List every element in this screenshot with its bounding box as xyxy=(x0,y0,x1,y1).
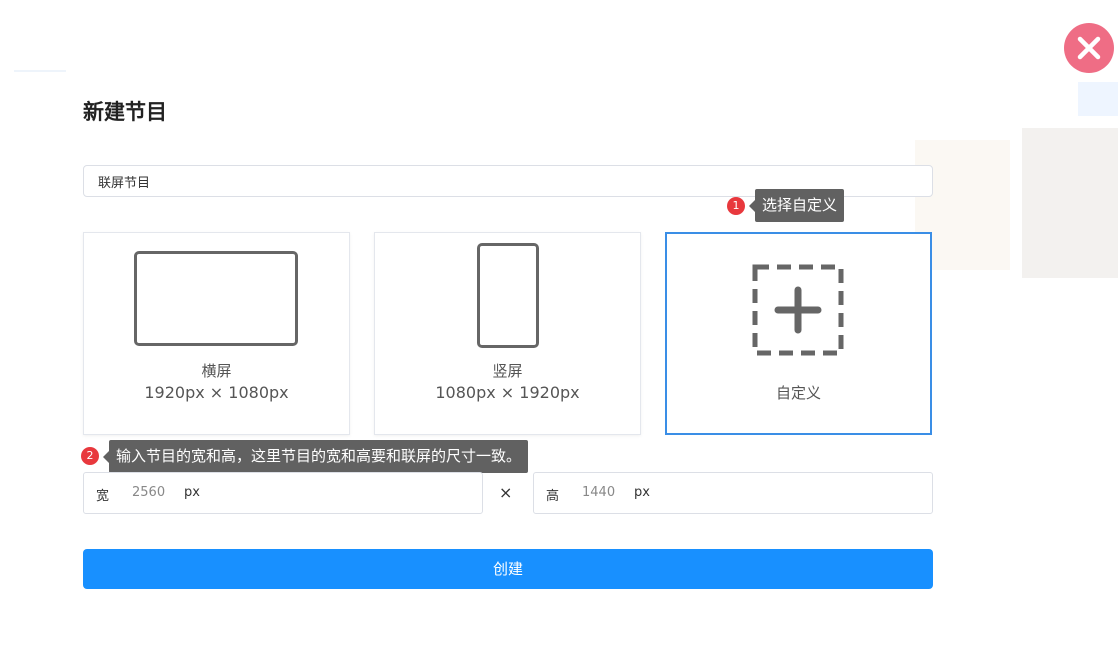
custom-card[interactable]: 自定义 xyxy=(665,232,932,435)
landscape-label: 横屏 xyxy=(201,362,232,380)
annotation-badge-2: 2 xyxy=(81,447,99,465)
close-button[interactable] xyxy=(1064,23,1114,73)
background-image xyxy=(1022,128,1118,278)
height-label: 高 xyxy=(546,489,560,504)
background-tab-underline xyxy=(14,70,66,72)
width-unit: px xyxy=(184,485,200,500)
annotation-badge-1: 1 xyxy=(727,197,745,215)
custom-label: 自定义 xyxy=(775,384,821,402)
width-value[interactable]: 2560 xyxy=(132,485,165,500)
annotation-tooltip-2: 输入节目的宽和高，这里节目的宽和高要和联屏的尺寸一致。 xyxy=(102,440,529,473)
portrait-size: 1080px × 1920px xyxy=(435,383,580,402)
portrait-card[interactable]: 竖屏 1080px × 1920px xyxy=(374,232,641,435)
create-button[interactable]: 创建 xyxy=(83,549,933,589)
height-field[interactable]: 高 1440 px xyxy=(533,472,933,514)
background-button xyxy=(1078,82,1118,116)
landscape-card[interactable]: 横屏 1920px × 1080px xyxy=(83,232,350,435)
annotation-tooltip-1: 选择自定义 xyxy=(748,189,845,222)
dialog-title: 新建节目 xyxy=(83,100,167,124)
custom-add-icon xyxy=(752,264,844,356)
close-icon xyxy=(1077,36,1101,60)
height-unit: px xyxy=(634,485,650,500)
portrait-screen-icon xyxy=(477,243,539,348)
landscape-size: 1920px × 1080px xyxy=(144,383,289,402)
width-label: 宽 xyxy=(96,489,110,504)
height-value[interactable]: 1440 xyxy=(582,485,615,500)
width-field[interactable]: 宽 2560 px xyxy=(83,472,483,514)
times-sign: × xyxy=(499,483,513,502)
landscape-screen-icon xyxy=(134,251,298,346)
portrait-label: 竖屏 xyxy=(492,362,523,380)
